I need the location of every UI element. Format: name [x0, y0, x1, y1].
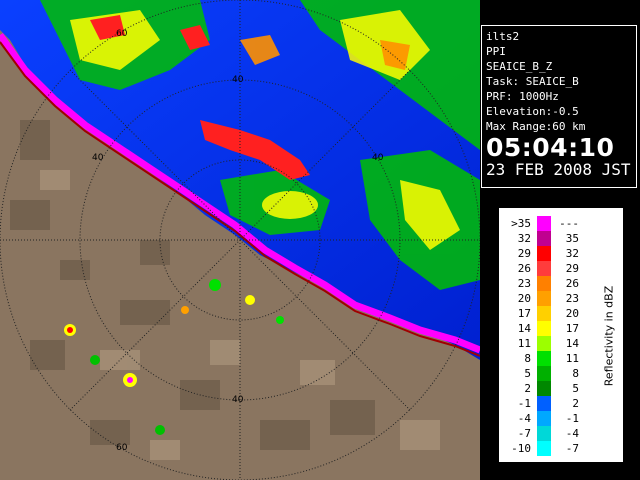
legend-low-value: 11 — [517, 337, 531, 350]
legend-high-value: -7 — [565, 442, 579, 455]
legend-high-value: 35 — [565, 232, 579, 245]
legend-color-swatch — [537, 426, 551, 441]
scan-info-panel: ilts2 PPI SEAICE_B_Z Task: SEAICE_B PRF:… — [481, 25, 637, 188]
legend-low-value: >35 — [511, 217, 531, 230]
legend-color-swatch — [537, 336, 551, 351]
legend-color-swatch — [537, 321, 551, 336]
legend-high-value: 17 — [565, 322, 579, 335]
legend-color-swatch — [537, 411, 551, 426]
range-label: 40 — [232, 75, 244, 85]
legend-color-swatch — [537, 366, 551, 381]
site-name: ilts2 — [486, 30, 520, 43]
legend-color-swatch — [537, 291, 551, 306]
legend-row: 25 — [509, 381, 593, 396]
range-label: 40 — [232, 395, 244, 405]
legend-color-swatch — [537, 231, 551, 246]
legend-row: 20 23 — [509, 291, 593, 306]
legend-row: 23 26 — [509, 276, 593, 291]
task-name: Task: SEAICE_B — [486, 75, 579, 88]
legend-color-swatch — [537, 246, 551, 261]
legend-color-swatch — [537, 381, 551, 396]
legend-high-value: 5 — [572, 382, 579, 395]
legend-low-value: 5 — [524, 367, 531, 380]
legend-low-value: 29 — [517, 247, 531, 260]
elevation-value: Elevation:-0.5 — [486, 105, 579, 118]
color-scale: >35 --- 32 35 29 32 26 29 23 26 20 23 17 20 14 17 11 14 8 1… — [509, 216, 593, 456]
legend-high-value: 11 — [565, 352, 579, 365]
legend-color-swatch — [537, 441, 551, 456]
max-range-value: Max Range:60 km — [486, 120, 586, 133]
legend-color-swatch — [537, 396, 551, 411]
range-label: 60 — [116, 443, 128, 453]
legend-low-value: 23 — [517, 277, 531, 290]
legend-row: 11 14 — [509, 336, 593, 351]
legend-high-value: 8 — [572, 367, 579, 380]
legend-low-value: 26 — [517, 262, 531, 275]
legend-row: -7 -4 — [509, 426, 593, 441]
legend-low-value: 32 — [517, 232, 531, 245]
legend-row: -1 2 — [509, 396, 593, 411]
legend-high-value: 14 — [565, 337, 579, 350]
legend-low-value: 14 — [517, 322, 531, 335]
scan-date: 23 FEB 2008 JST — [486, 160, 631, 179]
legend-high-value: 26 — [565, 277, 579, 290]
legend-low-value: -7 — [517, 427, 531, 440]
legend-high-value: --- — [559, 217, 579, 230]
legend-low-value: -1 — [517, 397, 531, 410]
legend-row: -10 -7 — [509, 441, 593, 456]
legend-low-value: -10 — [511, 442, 531, 455]
color-scale-legend: >35 --- 32 35 29 32 26 29 23 26 20 23 17 20 14 17 11 14 8 1… — [498, 207, 624, 463]
legend-high-value: 32 — [565, 247, 579, 260]
legend-high-value: 29 — [565, 262, 579, 275]
legend-low-value: 8 — [524, 352, 531, 365]
prf-value: PRF: 1000Hz — [486, 90, 559, 103]
legend-high-value: 2 — [572, 397, 579, 410]
range-label: 40 — [372, 153, 384, 163]
legend-low-value: 17 — [517, 307, 531, 320]
legend-high-value: -1 — [565, 412, 579, 425]
legend-color-swatch — [537, 276, 551, 291]
legend-row: 14 17 — [509, 321, 593, 336]
legend-color-swatch — [537, 261, 551, 276]
legend-row: -4 -1 — [509, 411, 593, 426]
range-label: 60 — [116, 29, 128, 39]
product-name: SEAICE_B_Z — [486, 60, 553, 73]
legend-color-swatch — [537, 351, 551, 366]
legend-row: 29 32 — [509, 246, 593, 261]
legend-low-value: 20 — [517, 292, 531, 305]
legend-row: >35 --- — [509, 216, 593, 231]
legend-row: 8 11 — [509, 351, 593, 366]
legend-low-value: 2 — [524, 382, 531, 395]
legend-color-swatch — [537, 216, 551, 231]
legend-low-value: -4 — [517, 412, 531, 425]
radar-ppi-display[interactable]: 60 40 40 40 40 60 — [0, 0, 480, 480]
scan-type: PPI — [486, 45, 506, 58]
legend-high-value: 23 — [565, 292, 579, 305]
unit-label: Reflectivity in dBZ — [602, 285, 616, 387]
range-label: 40 — [92, 153, 104, 163]
legend-row: 58 — [509, 366, 593, 381]
unit-label-container: Reflectivity in dBZ — [599, 218, 619, 454]
legend-row: 17 20 — [509, 306, 593, 321]
legend-color-swatch — [537, 306, 551, 321]
legend-row: 32 35 — [509, 231, 593, 246]
scan-time: 05:04:10 — [486, 133, 615, 162]
legend-high-value: -4 — [565, 427, 579, 440]
legend-high-value: 20 — [565, 307, 579, 320]
legend-row: 26 29 — [509, 261, 593, 276]
